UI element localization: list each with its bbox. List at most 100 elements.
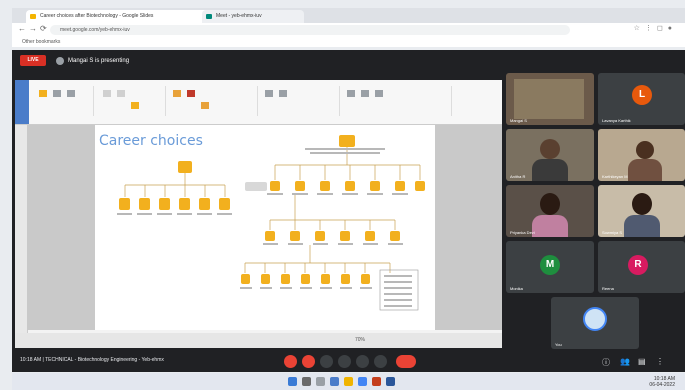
bookmarks-label[interactable]: Other bookmarks xyxy=(22,39,60,45)
widgets-icon[interactable] xyxy=(330,377,339,386)
participant-avatar: M xyxy=(540,255,560,275)
meet-icon xyxy=(206,14,212,19)
participant-name: Monika xyxy=(510,286,523,291)
word-icon[interactable] xyxy=(386,377,395,386)
participant-grid: Mangai S L Lavanya Karthik Anitha R Kart… xyxy=(506,73,685,372)
presentation-slide: Career choices xyxy=(95,125,435,330)
participant-tile-self[interactable]: You xyxy=(551,297,639,349)
bullets-icon[interactable] xyxy=(265,90,273,97)
root-node-right xyxy=(339,135,355,147)
activities-icon[interactable]: ⋮ xyxy=(656,357,664,366)
participant-avatar: R xyxy=(628,255,648,275)
career-tree-diagram xyxy=(117,135,425,311)
tab-title: Career choices after Biotechnology - Goo… xyxy=(40,13,154,19)
url-input[interactable]: meet.google.com/yeb-ehmx-iuv xyxy=(50,25,570,35)
presenter-text: Mangai S is presenting xyxy=(68,58,130,64)
section-icon[interactable] xyxy=(131,102,139,109)
person-body xyxy=(532,159,568,181)
participant-name: Mangai S xyxy=(510,118,527,123)
node-caption-marks xyxy=(117,148,408,289)
highlight-icon[interactable] xyxy=(201,102,209,109)
diagram-nodes xyxy=(119,135,425,284)
layout-icon[interactable] xyxy=(117,90,125,97)
right-tree xyxy=(244,147,421,273)
participant-name: You xyxy=(555,342,562,347)
address-bar-row: ←→⟳ meet.google.com/yeb-ehmx-iuv ☆⋮◻● xyxy=(12,23,685,38)
ppt-status-bar: 70% xyxy=(15,333,502,348)
meeting-info: 10:18 AM | TECHNICAL - Biotechnology Eng… xyxy=(20,357,164,363)
new-slide-icon[interactable] xyxy=(103,90,111,97)
shared-screen: Career choices 70% xyxy=(15,80,502,348)
cut-icon[interactable] xyxy=(53,90,61,97)
browser-tab-slides[interactable]: Career choices after Biotechnology - Goo… xyxy=(26,10,210,23)
person-body xyxy=(628,159,662,181)
mic-off-button[interactable] xyxy=(284,355,297,368)
start-icon[interactable] xyxy=(288,377,297,386)
captions-button[interactable] xyxy=(320,355,333,368)
presenter-label: Mangai S is presenting xyxy=(56,55,129,67)
present-button[interactable] xyxy=(356,355,369,368)
shapes-icon[interactable] xyxy=(347,90,355,97)
meet-header: LIVE Mangai S is presenting xyxy=(12,50,685,72)
participant-tile[interactable]: L Lavanya Karthik xyxy=(598,73,685,125)
browser-tab-meet[interactable]: Meet - yeb-ehmx-iuv xyxy=(202,10,304,23)
ribbon-group-font xyxy=(167,86,258,116)
chat-icon[interactable]: ▤ xyxy=(638,357,646,366)
ppt-right-gray-area xyxy=(435,125,502,330)
participant-name: Sowmiya S xyxy=(602,230,623,235)
participant-name: Priyanka Devi xyxy=(510,230,535,235)
bookmarks-bar: Other bookmarks xyxy=(12,37,685,47)
participant-tile[interactable]: Karthikeyan M xyxy=(598,129,685,181)
ribbon-group-paragraph xyxy=(259,86,340,116)
chrome-icon[interactable] xyxy=(358,377,367,386)
more-options-button[interactable] xyxy=(374,355,387,368)
info-icon[interactable]: ⓘ xyxy=(602,357,610,368)
file-explorer-icon[interactable] xyxy=(344,377,353,386)
person-head xyxy=(632,193,652,215)
font-color-icon[interactable] xyxy=(187,90,195,97)
browser-tab-strip: Career choices after Biotechnology - Goo… xyxy=(12,8,685,23)
align-icon[interactable] xyxy=(279,90,287,97)
search-icon[interactable] xyxy=(302,377,311,386)
person-head xyxy=(540,139,560,159)
file-menu-button[interactable] xyxy=(15,80,29,124)
tab-title: Meet - yeb-ehmx-iuv xyxy=(216,13,262,19)
participant-tile[interactable]: Priyanka Devi xyxy=(506,185,594,237)
camera-off-button[interactable] xyxy=(302,355,315,368)
people-icon[interactable]: 👥 xyxy=(620,357,630,366)
arrange-icon[interactable] xyxy=(361,90,369,97)
person-body xyxy=(624,215,660,237)
copy-icon[interactable] xyxy=(67,90,75,97)
participant-tile[interactable]: Sowmiya S xyxy=(598,185,685,237)
participant-tile[interactable]: M Monika xyxy=(506,241,594,293)
presenter-avatar-icon xyxy=(56,57,64,65)
powerpoint-icon[interactable] xyxy=(372,377,381,386)
participant-tile[interactable]: R Reena xyxy=(598,241,685,293)
person-head xyxy=(540,193,560,215)
quick-styles-icon[interactable] xyxy=(375,90,383,97)
root-node-left xyxy=(178,161,192,173)
ppt-ribbon xyxy=(15,80,502,125)
task-view-icon[interactable] xyxy=(316,377,325,386)
live-badge: LIVE xyxy=(20,55,46,66)
system-tray[interactable]: 10:18 AM 06-04-2022 xyxy=(649,376,675,388)
ribbon-group-drawing xyxy=(341,86,452,116)
paste-icon[interactable] xyxy=(39,90,47,97)
zoom-level: 70% xyxy=(355,337,366,343)
side-list-lines xyxy=(384,275,412,307)
participant-tile[interactable]: Mangai S xyxy=(506,73,594,125)
video-frame xyxy=(514,79,584,119)
browser-toolbar-icons[interactable]: ☆⋮◻● xyxy=(634,24,677,32)
raise-hand-button[interactable] xyxy=(338,355,351,368)
windows-taskbar: 10:18 AM 06-04-2022 xyxy=(12,373,685,390)
font-icon[interactable] xyxy=(173,90,181,97)
left-tree xyxy=(124,173,226,197)
person-head xyxy=(636,141,654,159)
participant-tile[interactable]: Anitha R xyxy=(506,129,594,181)
selected-node-outline xyxy=(245,182,267,191)
leave-call-button[interactable] xyxy=(396,355,416,368)
nav-buttons[interactable]: ←→⟳ xyxy=(18,24,50,33)
participant-name: Reena xyxy=(602,286,614,291)
participant-name: Lavanya Karthik xyxy=(602,118,631,123)
url-text: meet.google.com/yeb-ehmx-iuv xyxy=(60,27,130,33)
